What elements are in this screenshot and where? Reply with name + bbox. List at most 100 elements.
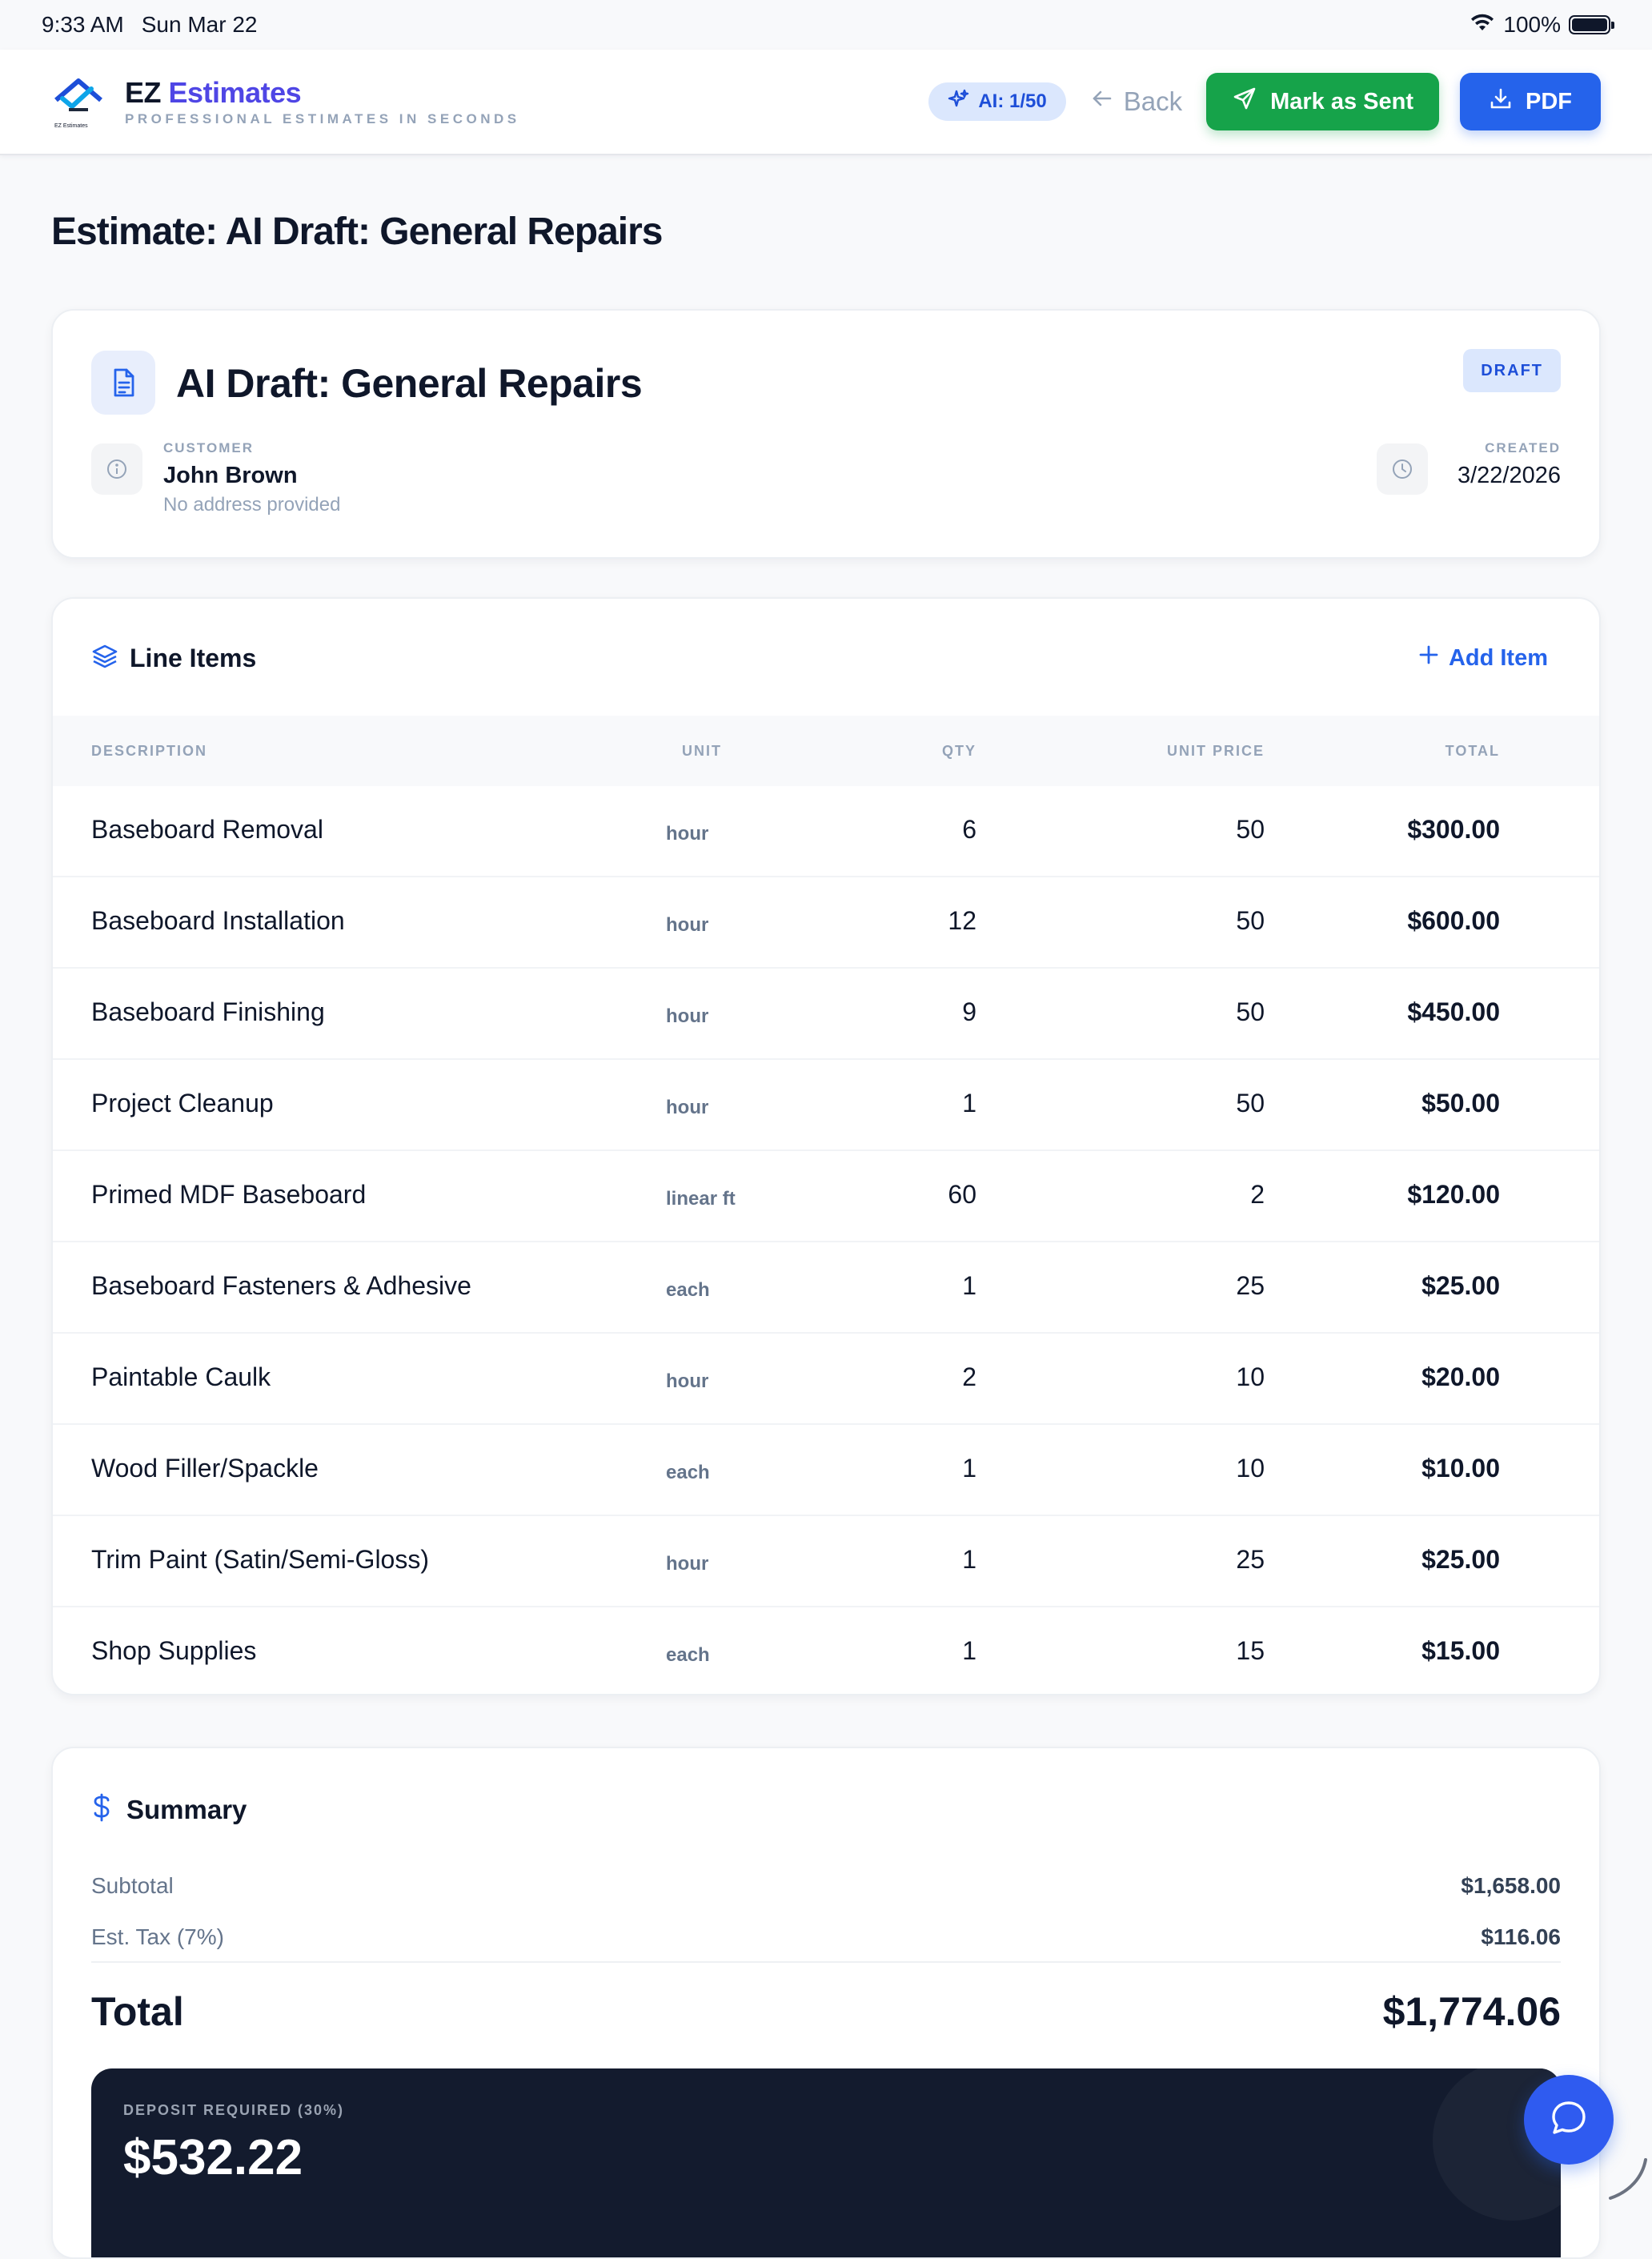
item-qty: 12 (948, 906, 976, 935)
created-block: CREATED 3/22/2026 (1458, 440, 1561, 489)
plus-icon (1418, 644, 1439, 672)
deposit-value: $532.22 (123, 2130, 303, 2185)
add-item-button[interactable]: Add Item (1418, 644, 1548, 672)
tax-value: $116.06 (1481, 1924, 1561, 1949)
table-row[interactable]: Paintable Caulk hour 2 10 $20.00 (53, 1334, 1599, 1425)
document-icon (91, 351, 155, 415)
table-row[interactable]: Baseboard Fasteners & Adhesive each 1 25 $25… (53, 1242, 1599, 1334)
item-total: $50.00 (1421, 1089, 1500, 1117)
item-qty: 1 (962, 1089, 976, 1117)
table-row[interactable]: Primed MDF Baseboard linear ft 60 2 $120.00 (53, 1151, 1599, 1242)
wifi-icon (1470, 12, 1495, 38)
back-button[interactable]: Back (1087, 86, 1185, 117)
total-row: Total $1,774.06 (91, 1988, 1561, 2044)
column-total[interactable]: TOTAL (1446, 743, 1500, 760)
table-row[interactable]: Baseboard Removal hour 6 50 $300.00 (53, 786, 1599, 877)
item-unit: each (666, 1279, 710, 1301)
total-value: $1,774.06 (1382, 1989, 1561, 2034)
column-qty[interactable]: QTY (942, 743, 976, 760)
sparkles-icon (948, 88, 970, 116)
table-row[interactable]: Shop Supplies each 1 15 $15.00 (53, 1607, 1599, 1694)
resize-handle-icon[interactable] (1604, 2153, 1652, 2203)
item-unit: hour (666, 823, 709, 845)
created-label: CREATED (1485, 440, 1561, 455)
item-total: $120.00 (1407, 1180, 1500, 1209)
item-total: $25.00 (1421, 1545, 1500, 1574)
chat-button[interactable] (1524, 2075, 1614, 2165)
pdf-label: PDF (1526, 88, 1572, 114)
deposit-label: DEPOSIT REQUIRED (30%) (123, 2102, 345, 2118)
status-badge: DRAFT (1463, 349, 1561, 392)
column-unit-price[interactable]: UNIT PRICE (1167, 743, 1265, 760)
customer-block: CUSTOMER John Brown No address provided (163, 440, 340, 516)
created-date: 3/22/2026 (1457, 463, 1561, 488)
dollar-icon (91, 1793, 112, 1826)
tax-row: Est. Tax (7%) $116.06 (91, 1924, 1561, 1956)
item-description: Baseboard Removal (91, 815, 323, 844)
mark-as-sent-button[interactable]: Mark as Sent (1206, 73, 1439, 130)
item-unit-price: 2 (1250, 1180, 1265, 1209)
logo-caption: EZ Estimates (54, 123, 88, 129)
item-total: $25.00 (1421, 1271, 1500, 1300)
item-unit: each (666, 1462, 710, 1483)
info-icon (91, 443, 142, 495)
ai-usage-badge[interactable]: AI: 1/50 (928, 82, 1066, 121)
battery-percent: 100% (1503, 12, 1561, 37)
logo-icon[interactable]: EZ Estimates (51, 74, 106, 129)
item-qty: 1 (962, 1454, 976, 1483)
brand-prefix: EZ (125, 76, 162, 109)
line-items-title: Line Items (130, 643, 257, 672)
table-row[interactable]: Wood Filler/Spackle each 1 10 $10.00 (53, 1425, 1599, 1516)
item-description: Project Cleanup (91, 1089, 274, 1117)
subtotal-label: Subtotal (91, 1873, 174, 1898)
item-unit: hour (666, 1370, 709, 1392)
item-qty: 1 (962, 1636, 976, 1665)
table-row[interactable]: Trim Paint (Satin/Semi-Gloss) hour 1 25 $25.… (53, 1516, 1599, 1607)
item-total: $10.00 (1421, 1454, 1500, 1483)
customer-name: John Brown (163, 463, 298, 488)
item-description: Wood Filler/Spackle (91, 1454, 319, 1483)
item-unit-price: 50 (1236, 906, 1265, 935)
clock-icon (1377, 443, 1428, 495)
send-icon (1232, 86, 1257, 118)
column-unit[interactable]: UNIT (682, 743, 722, 760)
column-description[interactable]: DESCRIPTION (91, 743, 207, 760)
item-qty: 1 (962, 1271, 976, 1300)
line-items-header: Line Items Add Item (53, 599, 1599, 717)
chat-icon (1548, 2097, 1590, 2143)
item-description: Baseboard Fasteners & Adhesive (91, 1271, 471, 1300)
item-unit: hour (666, 1553, 709, 1575)
header-actions: AI: 1/50 Back Mark as Sent PDF (928, 73, 1601, 130)
item-unit-price: 25 (1236, 1545, 1265, 1574)
customer-label: CUSTOMER (163, 440, 254, 455)
item-description: Baseboard Finishing (91, 997, 325, 1026)
mark-as-sent-label: Mark as Sent (1270, 88, 1413, 114)
ai-usage-text: AI: 1/50 (978, 90, 1047, 112)
item-unit-price: 25 (1236, 1271, 1265, 1300)
table-header: DESCRIPTION UNIT QTY UNIT PRICE TOTAL (53, 716, 1599, 786)
pdf-button[interactable]: PDF (1460, 73, 1601, 130)
battery-icon (1569, 15, 1614, 34)
item-qty: 9 (962, 997, 976, 1026)
item-qty: 1 (962, 1545, 976, 1574)
summary-title: Summary (126, 1794, 247, 1824)
item-description: Paintable Caulk (91, 1362, 271, 1391)
item-total: $20.00 (1421, 1362, 1500, 1391)
item-description: Trim Paint (Satin/Semi-Gloss) (91, 1545, 429, 1574)
table-row[interactable]: Project Cleanup hour 1 50 $50.00 (53, 1060, 1599, 1151)
item-total: $450.00 (1407, 997, 1500, 1026)
item-qty: 6 (962, 815, 976, 844)
line-items-card: Line Items Add Item DESCRIPTION UNIT QTY… (51, 597, 1601, 1695)
brand-name: Estimates (168, 76, 302, 109)
item-description: Baseboard Installation (91, 906, 345, 935)
add-item-label: Add Item (1448, 644, 1548, 671)
status-right: 100% (1470, 12, 1614, 38)
customer-address: No address provided (163, 494, 341, 516)
item-unit: linear ft (666, 1188, 736, 1210)
table-row[interactable]: Baseboard Finishing hour 9 50 $450.00 (53, 969, 1599, 1060)
item-total: $600.00 (1407, 906, 1500, 935)
estimate-card: AI Draft: General Repairs DRAFT CUSTOMER… (51, 309, 1601, 559)
status-date: Sun Mar 22 (141, 12, 258, 37)
brand-title: EZ Estimates (125, 76, 520, 110)
table-row[interactable]: Baseboard Installation hour 12 50 $600.00 (53, 877, 1599, 969)
